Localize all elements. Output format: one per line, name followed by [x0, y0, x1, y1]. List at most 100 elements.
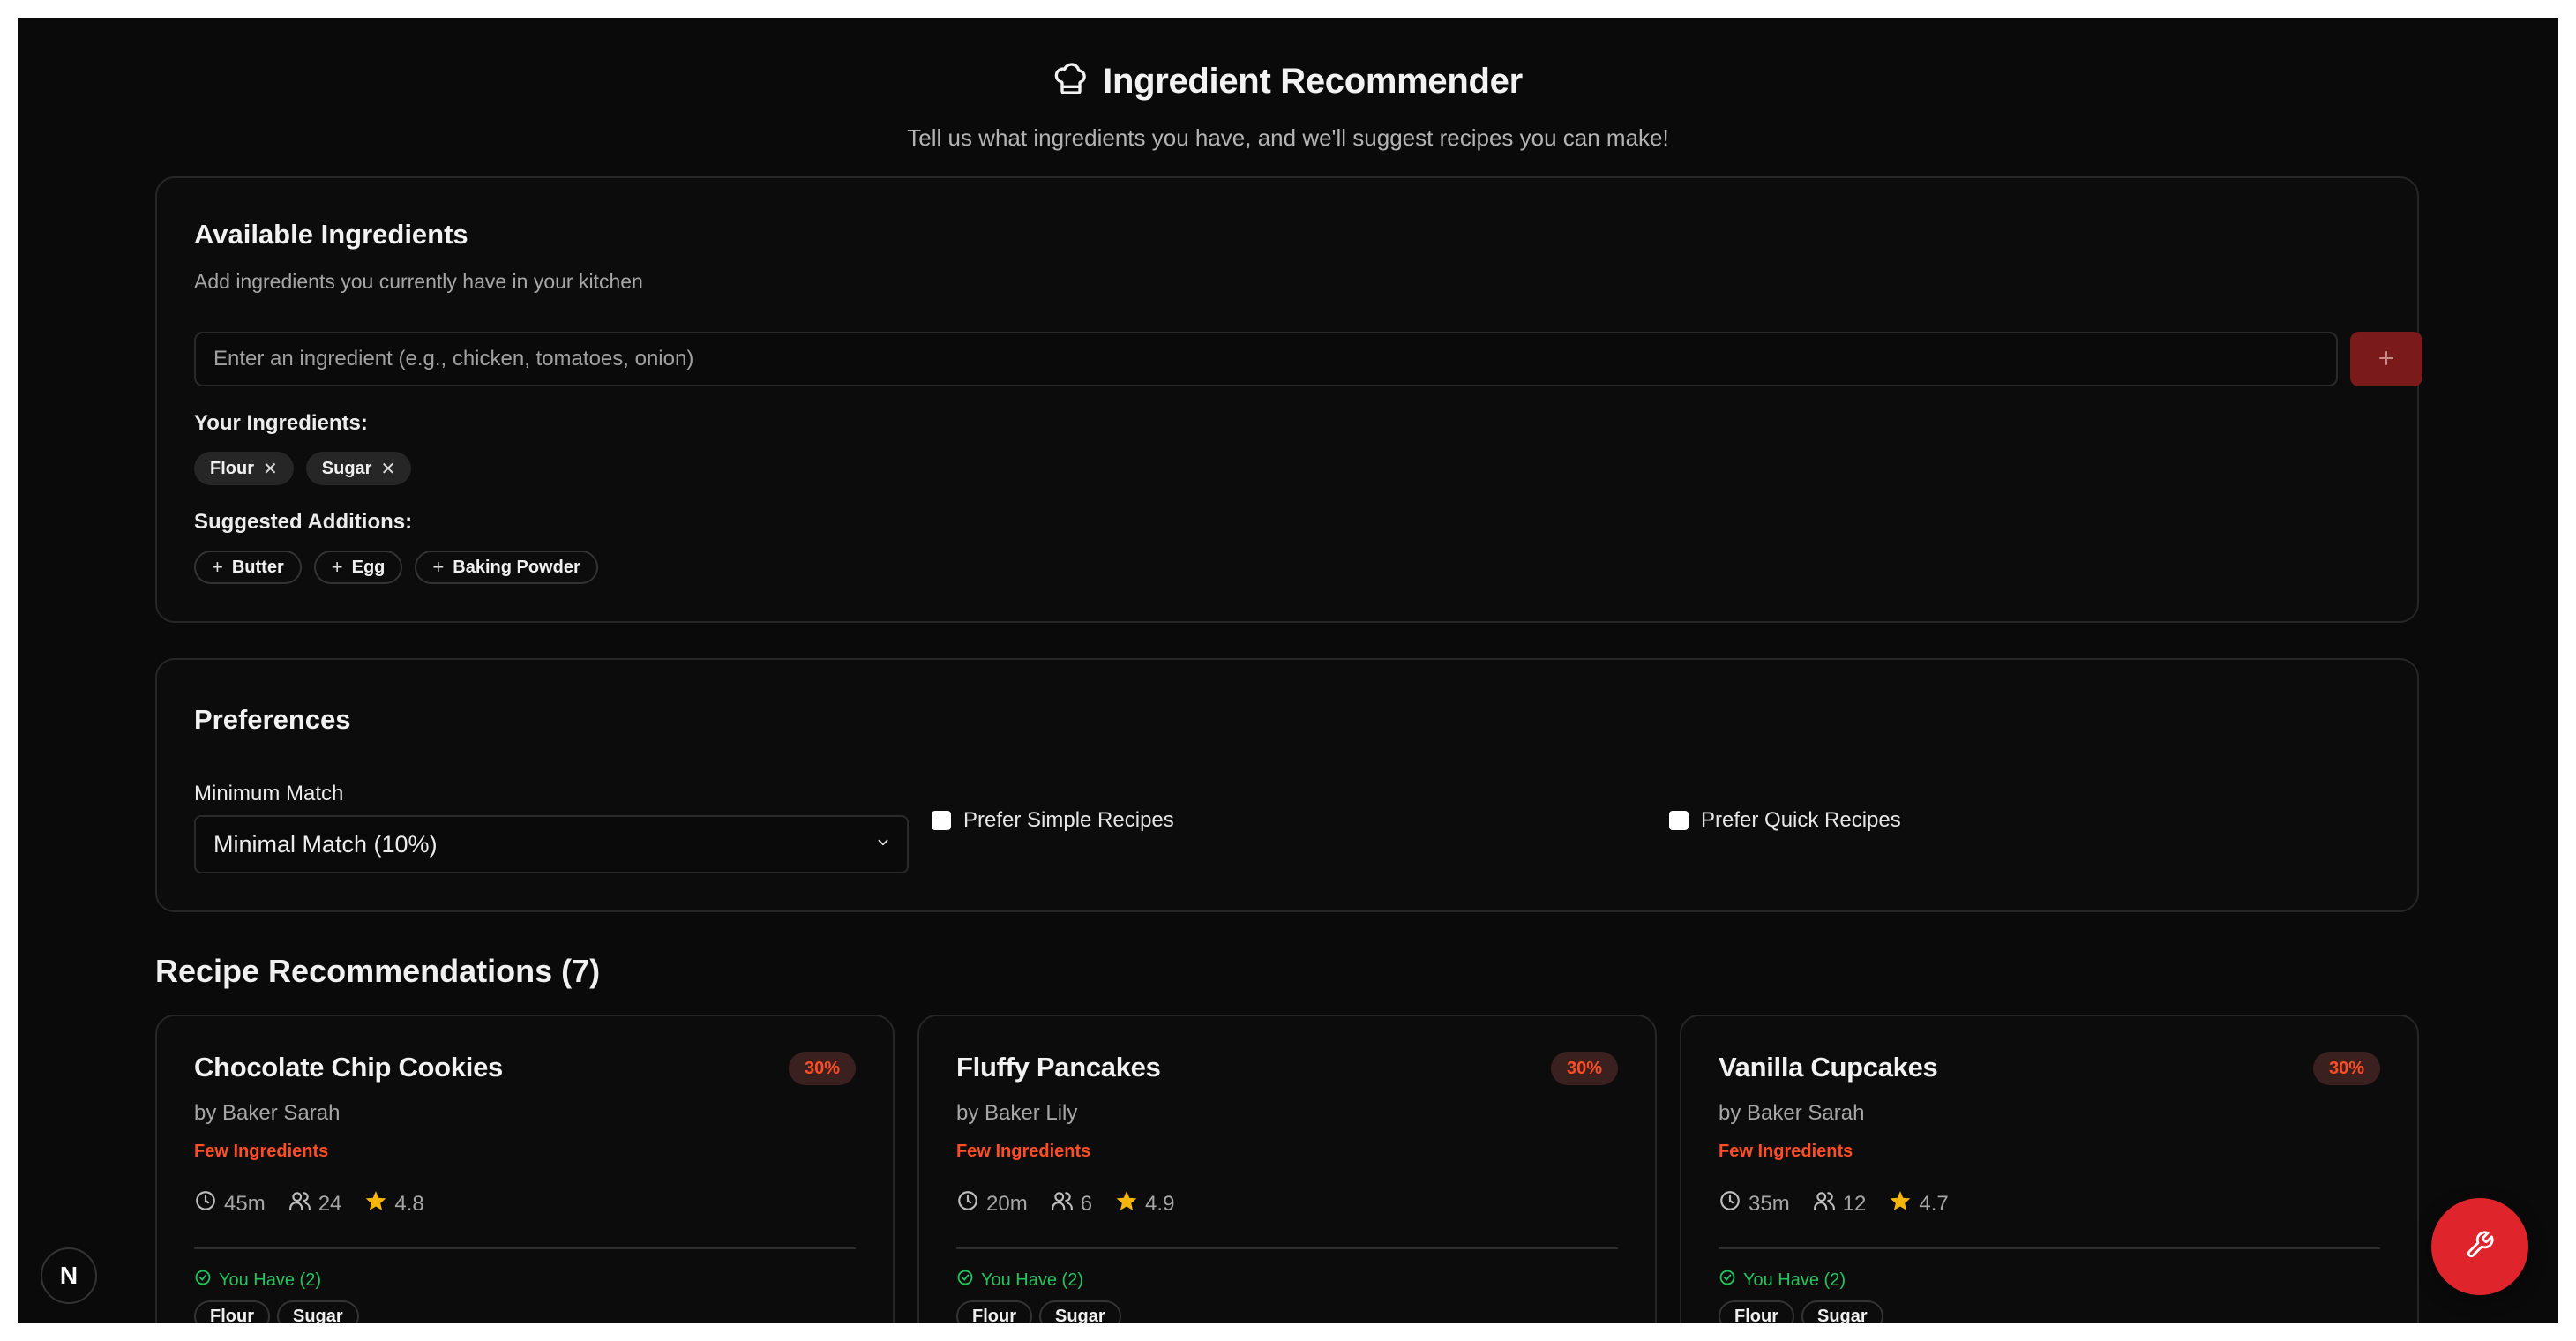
recipe-time: 20m — [986, 1191, 1028, 1216]
divider — [194, 1247, 856, 1249]
chef-hat-icon — [1053, 62, 1089, 101]
min-match-label: Minimum Match — [194, 782, 344, 805]
recipe-tag: Few Ingredients — [1719, 1142, 1853, 1161]
your-ingredients-label: Your Ingredients: — [194, 411, 368, 435]
chevron-down-icon — [875, 835, 891, 855]
remove-icon[interactable]: ✕ — [263, 458, 278, 480]
recipe-time: 35m — [1749, 1191, 1790, 1216]
prefer-quick-label: Prefer Quick Recipes — [1701, 808, 1901, 832]
recipe-servings: 24 — [318, 1191, 342, 1216]
chip-label: Flour — [210, 458, 254, 478]
preferences-title: Preferences — [194, 704, 351, 735]
recipe-tag: Few Ingredients — [194, 1142, 329, 1161]
recipe-author: by Baker Sarah — [1719, 1101, 1865, 1125]
recommendations-heading: Recipe Recommendations (7) — [155, 953, 601, 989]
suggested-chip[interactable]: + Baking Powder — [415, 551, 598, 584]
min-match-value: Minimal Match (10%) — [213, 830, 438, 858]
tools-fab-button[interactable] — [2431, 1198, 2528, 1295]
min-match-select[interactable]: Minimal Match (10%) — [194, 815, 909, 873]
prefer-quick-checkbox[interactable] — [1669, 811, 1689, 830]
divider — [1719, 1247, 2380, 1249]
users-icon — [288, 1189, 311, 1218]
have-ingredients-list: Flour Sugar — [956, 1300, 1121, 1323]
you-have-text: You Have (2) — [1743, 1270, 1846, 1290]
plus-icon: + — [331, 556, 343, 578]
recipe-title: Chocolate Chip Cookies — [194, 1052, 503, 1083]
divider — [956, 1247, 1618, 1249]
match-badge: 30% — [1550, 1052, 1618, 1085]
chip-label: Butter — [231, 557, 284, 577]
recipe-time: 45m — [224, 1191, 266, 1216]
ingredient-input[interactable] — [194, 332, 2338, 386]
recipe-title: Fluffy Pancakes — [956, 1052, 1161, 1083]
recipe-author: by Baker Sarah — [194, 1101, 341, 1125]
you-have-label: You Have (2) — [1719, 1269, 1846, 1292]
recipe-title: Vanilla Cupcakes — [1719, 1052, 1938, 1083]
suggested-chip[interactable]: + Egg — [313, 551, 403, 584]
ingredients-title: Available Ingredients — [194, 219, 468, 250]
ingredients-description: Add ingredients you currently have in yo… — [194, 270, 643, 293]
clock-icon — [1719, 1189, 1741, 1218]
add-ingredient-button[interactable] — [2350, 332, 2422, 386]
suggested-additions-label: Suggested Additions: — [194, 510, 413, 534]
recipe-tag: Few Ingredients — [956, 1142, 1091, 1161]
suggested-chip[interactable]: + Butter — [194, 551, 302, 584]
recipe-servings: 6 — [1080, 1191, 1093, 1216]
next-dev-badge[interactable]: N — [41, 1247, 97, 1304]
chip-label: Egg — [351, 557, 386, 577]
recipe-meta: 35m 12 4.7 — [1719, 1189, 1949, 1218]
check-circle-icon — [1719, 1269, 1736, 1292]
check-circle-icon — [194, 1269, 212, 1292]
recipe-card[interactable]: Vanilla Cupcakes 30% by Baker Sarah Few … — [1680, 1015, 2419, 1323]
you-have-text: You Have (2) — [219, 1270, 321, 1290]
your-ingredients-list: Flour ✕ Sugar ✕ — [194, 452, 412, 485]
recipe-meta: 45m 24 4.8 — [194, 1189, 424, 1218]
have-chip: Flour — [956, 1300, 1032, 1323]
recipe-meta: 20m 6 4.9 — [956, 1189, 1174, 1218]
ingredients-card: Available Ingredients Add ingredients yo… — [155, 176, 2422, 623]
check-circle-icon — [956, 1269, 974, 1292]
plus-icon: + — [212, 556, 223, 578]
have-ingredients-list: Flour Sugar — [194, 1300, 359, 1323]
star-icon — [364, 1189, 387, 1218]
recipe-rating: 4.7 — [1919, 1191, 1949, 1216]
app-frame: Ingredient Recommender Tell us what ingr… — [18, 18, 2558, 1323]
match-badge: 30% — [788, 1052, 856, 1085]
ingredient-chip: Sugar ✕ — [305, 452, 412, 485]
chip-label: Baking Powder — [453, 557, 580, 577]
users-icon — [1813, 1189, 1836, 1218]
recipe-servings: 12 — [1842, 1191, 1867, 1216]
recipe-card[interactable]: Chocolate Chip Cookies 30% by Baker Sara… — [155, 1015, 895, 1323]
recipe-rating: 4.9 — [1145, 1191, 1175, 1216]
wrench-icon — [2465, 1230, 2495, 1264]
remove-icon[interactable]: ✕ — [380, 458, 395, 480]
recipe-author: by Baker Lily — [956, 1101, 1078, 1125]
have-chip: Sugar — [277, 1300, 359, 1323]
you-have-label: You Have (2) — [956, 1269, 1083, 1292]
chip-label: Sugar — [321, 458, 372, 478]
you-have-label: You Have (2) — [194, 1269, 321, 1292]
recipe-rating: 4.8 — [394, 1191, 424, 1216]
prefer-quick-option[interactable]: Prefer Quick Recipes — [1669, 808, 1901, 833]
preferences-card: Preferences Minimum Match Minimal Match … — [155, 658, 2419, 912]
prefer-simple-option[interactable]: Prefer Simple Recipes — [932, 808, 1174, 833]
have-chip: Flour — [1719, 1300, 1794, 1323]
have-chip: Flour — [194, 1300, 270, 1323]
have-ingredients-list: Flour Sugar — [1719, 1300, 1883, 1323]
match-badge: 30% — [2312, 1052, 2380, 1085]
you-have-text: You Have (2) — [981, 1270, 1083, 1290]
star-icon — [1115, 1189, 1138, 1218]
suggested-additions-list: + Butter + Egg + Baking Powder — [194, 551, 598, 584]
plus-icon: + — [432, 556, 445, 578]
recipe-card[interactable]: Fluffy Pancakes 30% by Baker Lily Few In… — [917, 1015, 1657, 1323]
page-title: Ingredient Recommender — [1103, 62, 1523, 101]
clock-icon — [194, 1189, 217, 1218]
prefer-simple-label: Prefer Simple Recipes — [963, 808, 1174, 832]
ingredient-chip: Flour ✕ — [194, 452, 294, 485]
have-chip: Sugar — [1039, 1300, 1121, 1323]
plus-icon — [2376, 348, 2397, 371]
page-subtitle: Tell us what ingredients you have, and w… — [907, 124, 1669, 151]
star-icon — [1889, 1189, 1912, 1218]
prefer-simple-checkbox[interactable] — [932, 811, 951, 830]
have-chip: Sugar — [1801, 1300, 1883, 1323]
